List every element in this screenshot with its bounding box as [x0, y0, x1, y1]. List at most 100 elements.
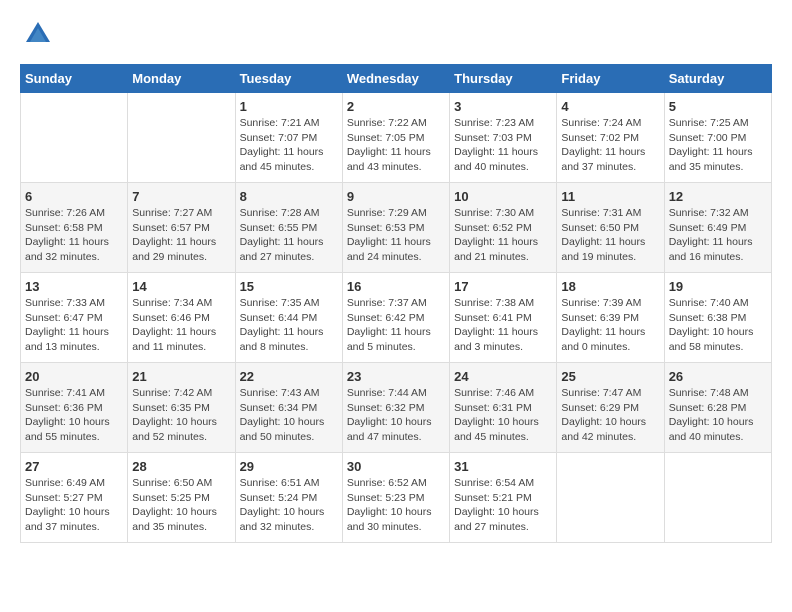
- day-number: 29: [240, 459, 338, 474]
- calendar-cell: 29 Sunrise: 6:51 AM Sunset: 5:24 PM Dayli…: [235, 453, 342, 543]
- day-info: Sunrise: 7:22 AM Sunset: 7:05 PM Dayligh…: [347, 116, 445, 175]
- day-info: Sunrise: 7:31 AM Sunset: 6:50 PM Dayligh…: [561, 206, 659, 265]
- day-info: Sunrise: 7:43 AM Sunset: 6:34 PM Dayligh…: [240, 386, 338, 445]
- calendar-week-row: 1 Sunrise: 7:21 AM Sunset: 7:07 PM Daylig…: [21, 93, 772, 183]
- day-info: Sunrise: 7:47 AM Sunset: 6:29 PM Dayligh…: [561, 386, 659, 445]
- calendar-cell: 18 Sunrise: 7:39 AM Sunset: 6:39 PM Dayli…: [557, 273, 664, 363]
- day-number: 9: [347, 189, 445, 204]
- calendar-cell: 4 Sunrise: 7:24 AM Sunset: 7:02 PM Daylig…: [557, 93, 664, 183]
- calendar-cell: 10Sunrise: 7:30 AM Sunset: 6:52 PM Dayli…: [450, 183, 557, 273]
- logo: [20, 20, 52, 48]
- day-number: 20: [25, 369, 123, 384]
- day-number: 23: [347, 369, 445, 384]
- calendar-cell: 13 Sunrise: 7:33 AM Sunset: 6:47 PM Dayli…: [21, 273, 128, 363]
- page-header: [20, 20, 772, 48]
- calendar-week-row: 27 Sunrise: 6:49 AM Sunset: 5:27 PM Dayli…: [21, 453, 772, 543]
- calendar-cell: 30Sunrise: 6:52 AM Sunset: 5:23 PM Dayli…: [342, 453, 449, 543]
- day-number: 2: [347, 99, 445, 114]
- day-info: Sunrise: 7:41 AM Sunset: 6:36 PM Dayligh…: [25, 386, 123, 445]
- day-info: Sunrise: 6:52 AM Sunset: 5:23 PM Dayligh…: [347, 476, 445, 535]
- weekday-header-row: SundayMondayTuesdayWednesdayThursdayFrid…: [21, 65, 772, 93]
- day-info: Sunrise: 7:40 AM Sunset: 6:38 PM Dayligh…: [669, 296, 767, 355]
- calendar-cell: 3 Sunrise: 7:23 AM Sunset: 7:03 PM Daylig…: [450, 93, 557, 183]
- calendar-cell: [664, 453, 771, 543]
- day-number: 24: [454, 369, 552, 384]
- calendar-cell: 2 Sunrise: 7:22 AM Sunset: 7:05 PM Daylig…: [342, 93, 449, 183]
- day-info: Sunrise: 7:27 AM Sunset: 6:57 PM Dayligh…: [132, 206, 230, 265]
- day-info: Sunrise: 7:34 AM Sunset: 6:46 PM Dayligh…: [132, 296, 230, 355]
- weekday-header: Monday: [128, 65, 235, 93]
- day-number: 17: [454, 279, 552, 294]
- calendar-cell: 20 Sunrise: 7:41 AM Sunset: 6:36 PM Dayli…: [21, 363, 128, 453]
- day-info: Sunrise: 7:29 AM Sunset: 6:53 PM Dayligh…: [347, 206, 445, 265]
- weekday-header: Thursday: [450, 65, 557, 93]
- calendar-cell: 21 Sunrise: 7:42 AM Sunset: 6:35 PM Dayli…: [128, 363, 235, 453]
- day-info: Sunrise: 7:25 AM Sunset: 7:00 PM Dayligh…: [669, 116, 767, 175]
- logo-icon: [24, 20, 52, 48]
- day-number: 15: [240, 279, 338, 294]
- day-number: 8: [240, 189, 338, 204]
- calendar-cell: 24 Sunrise: 7:46 AM Sunset: 6:31 PM Dayli…: [450, 363, 557, 453]
- day-info: Sunrise: 6:51 AM Sunset: 5:24 PM Dayligh…: [240, 476, 338, 535]
- day-number: 5: [669, 99, 767, 114]
- calendar-week-row: 6Sunrise: 7:26 AM Sunset: 6:58 PM Daylig…: [21, 183, 772, 273]
- day-info: Sunrise: 7:39 AM Sunset: 6:39 PM Dayligh…: [561, 296, 659, 355]
- calendar-week-row: 20 Sunrise: 7:41 AM Sunset: 6:36 PM Dayli…: [21, 363, 772, 453]
- calendar-cell: [557, 453, 664, 543]
- day-number: 11: [561, 189, 659, 204]
- day-info: Sunrise: 6:50 AM Sunset: 5:25 PM Dayligh…: [132, 476, 230, 535]
- day-info: Sunrise: 7:38 AM Sunset: 6:41 PM Dayligh…: [454, 296, 552, 355]
- day-number: 6: [25, 189, 123, 204]
- calendar-cell: 11 Sunrise: 7:31 AM Sunset: 6:50 PM Dayli…: [557, 183, 664, 273]
- calendar-cell: 1 Sunrise: 7:21 AM Sunset: 7:07 PM Daylig…: [235, 93, 342, 183]
- day-number: 18: [561, 279, 659, 294]
- day-info: Sunrise: 7:32 AM Sunset: 6:49 PM Dayligh…: [669, 206, 767, 265]
- day-info: Sunrise: 6:49 AM Sunset: 5:27 PM Dayligh…: [25, 476, 123, 535]
- day-number: 21: [132, 369, 230, 384]
- day-number: 19: [669, 279, 767, 294]
- weekday-header: Sunday: [21, 65, 128, 93]
- calendar-cell: 27 Sunrise: 6:49 AM Sunset: 5:27 PM Dayli…: [21, 453, 128, 543]
- calendar-cell: [21, 93, 128, 183]
- day-number: 1: [240, 99, 338, 114]
- calendar-cell: 26 Sunrise: 7:48 AM Sunset: 6:28 PM Dayli…: [664, 363, 771, 453]
- calendar-cell: 31 Sunrise: 6:54 AM Sunset: 5:21 PM Dayli…: [450, 453, 557, 543]
- calendar-cell: 19 Sunrise: 7:40 AM Sunset: 6:38 PM Dayli…: [664, 273, 771, 363]
- day-number: 14: [132, 279, 230, 294]
- calendar-cell: 15Sunrise: 7:35 AM Sunset: 6:44 PM Dayli…: [235, 273, 342, 363]
- day-info: Sunrise: 7:44 AM Sunset: 6:32 PM Dayligh…: [347, 386, 445, 445]
- day-number: 25: [561, 369, 659, 384]
- day-number: 4: [561, 99, 659, 114]
- calendar-cell: 22Sunrise: 7:43 AM Sunset: 6:34 PM Dayli…: [235, 363, 342, 453]
- day-number: 13: [25, 279, 123, 294]
- day-number: 27: [25, 459, 123, 474]
- day-number: 31: [454, 459, 552, 474]
- day-info: Sunrise: 6:54 AM Sunset: 5:21 PM Dayligh…: [454, 476, 552, 535]
- calendar-cell: 23 Sunrise: 7:44 AM Sunset: 6:32 PM Dayli…: [342, 363, 449, 453]
- day-info: Sunrise: 7:23 AM Sunset: 7:03 PM Dayligh…: [454, 116, 552, 175]
- day-info: Sunrise: 7:46 AM Sunset: 6:31 PM Dayligh…: [454, 386, 552, 445]
- day-info: Sunrise: 7:48 AM Sunset: 6:28 PM Dayligh…: [669, 386, 767, 445]
- day-number: 26: [669, 369, 767, 384]
- day-info: Sunrise: 7:24 AM Sunset: 7:02 PM Dayligh…: [561, 116, 659, 175]
- day-number: 3: [454, 99, 552, 114]
- calendar-week-row: 13 Sunrise: 7:33 AM Sunset: 6:47 PM Dayli…: [21, 273, 772, 363]
- calendar-cell: 28 Sunrise: 6:50 AM Sunset: 5:25 PM Dayli…: [128, 453, 235, 543]
- calendar-cell: 5 Sunrise: 7:25 AM Sunset: 7:00 PM Daylig…: [664, 93, 771, 183]
- calendar-cell: 14 Sunrise: 7:34 AM Sunset: 6:46 PM Dayli…: [128, 273, 235, 363]
- calendar-cell: 17 Sunrise: 7:38 AM Sunset: 6:41 PM Dayli…: [450, 273, 557, 363]
- calendar-cell: 8 Sunrise: 7:28 AM Sunset: 6:55 PM Daylig…: [235, 183, 342, 273]
- weekday-header: Wednesday: [342, 65, 449, 93]
- day-info: Sunrise: 7:21 AM Sunset: 7:07 PM Dayligh…: [240, 116, 338, 175]
- day-info: Sunrise: 7:28 AM Sunset: 6:55 PM Dayligh…: [240, 206, 338, 265]
- calendar-cell: 16Sunrise: 7:37 AM Sunset: 6:42 PM Dayli…: [342, 273, 449, 363]
- day-number: 28: [132, 459, 230, 474]
- day-info: Sunrise: 7:33 AM Sunset: 6:47 PM Dayligh…: [25, 296, 123, 355]
- weekday-header: Friday: [557, 65, 664, 93]
- day-number: 12: [669, 189, 767, 204]
- calendar-cell: 25 Sunrise: 7:47 AM Sunset: 6:29 PM Dayli…: [557, 363, 664, 453]
- day-info: Sunrise: 7:42 AM Sunset: 6:35 PM Dayligh…: [132, 386, 230, 445]
- day-info: Sunrise: 7:37 AM Sunset: 6:42 PM Dayligh…: [347, 296, 445, 355]
- calendar-cell: 7Sunrise: 7:27 AM Sunset: 6:57 PM Daylig…: [128, 183, 235, 273]
- weekday-header: Tuesday: [235, 65, 342, 93]
